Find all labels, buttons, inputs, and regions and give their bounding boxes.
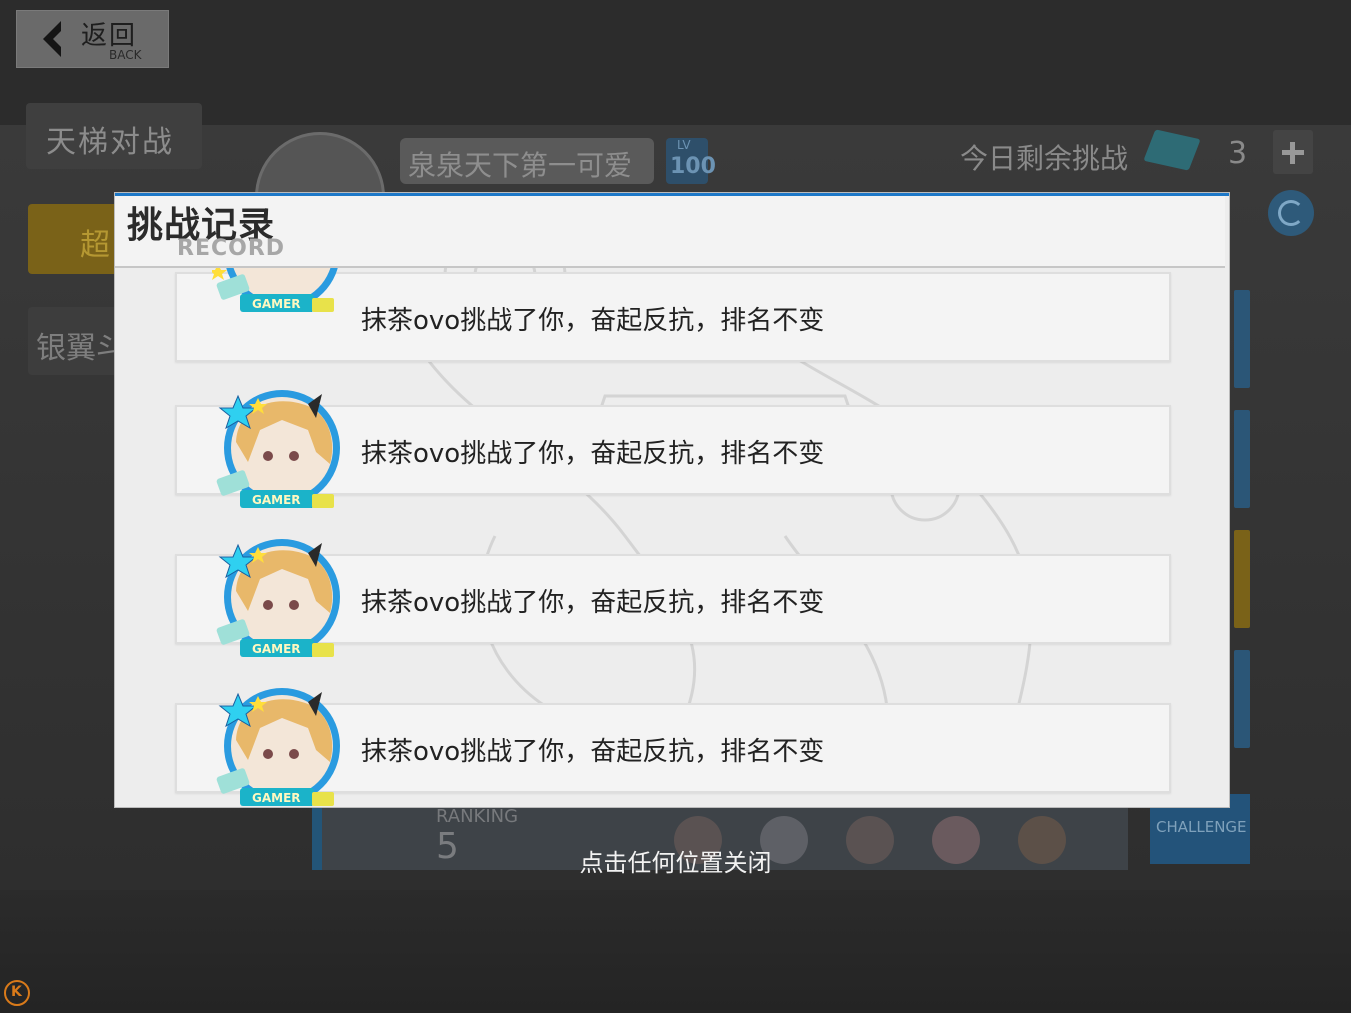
challenger-avatar[interactable]: GAMER — [212, 390, 348, 516]
challenge-record-dialog[interactable]: 挑战记录 RECORD 抹茶ovo挑战了你，奋起反抗，排名不变 抹茶ovo挑战了… — [115, 193, 1229, 807]
tab-ladder[interactable]: 天梯对战 — [26, 103, 202, 169]
back-button[interactable]: 返回 BACK — [16, 10, 169, 68]
opponent-card-edge[interactable] — [1234, 530, 1250, 628]
tab-super[interactable]: 超 — [28, 204, 124, 274]
level-value: 100 — [670, 154, 716, 179]
challenger-avatar[interactable]: GAMER — [212, 539, 348, 665]
ranking-label: RANKING — [436, 806, 519, 827]
tab-ladder-label: 天梯对战 — [46, 125, 174, 160]
player-name: 泉泉天下第一可爱 — [400, 138, 654, 184]
daily-remaining-count: 3 — [1228, 136, 1248, 171]
tab-silver-label: 银翼斗 — [36, 331, 126, 366]
level-badge: LV 100 — [666, 138, 716, 184]
record-text: 抹茶ovo挑战了你，奋起反抗，排名不变 — [361, 439, 825, 469]
opponent-cards — [1234, 290, 1252, 790]
back-arrow-icon — [43, 21, 61, 57]
refresh-icon[interactable] — [1268, 190, 1314, 236]
badge-text: GAMER — [252, 297, 301, 311]
record-list[interactable]: 抹茶ovo挑战了你，奋起反抗，排名不变 抹茶ovo挑战了你，奋起反抗，排名不变 … — [115, 266, 1225, 807]
back-label-en: BACK — [109, 48, 142, 62]
back-label: 返回 — [81, 21, 138, 51]
dialog-header: 挑战记录 RECORD — [115, 196, 1225, 268]
player-name-text: 泉泉天下第一可爱 — [408, 149, 633, 182]
tab-super-label: 超 — [80, 228, 110, 263]
opponent-card-edge[interactable] — [1234, 410, 1250, 508]
bottom-area — [0, 890, 1351, 1013]
record-text: 抹茶ovo挑战了你，奋起反抗，排名不变 — [361, 306, 825, 336]
challenger-avatar[interactable]: GAMER — [212, 688, 348, 807]
tab-silver[interactable]: 银翼斗 — [28, 307, 126, 375]
badge-text: GAMER — [252, 642, 301, 656]
level-label: LV — [677, 138, 691, 152]
add-challenge-button[interactable] — [1273, 130, 1313, 174]
challenger-avatar[interactable]: GAMER — [212, 266, 348, 320]
record-text: 抹茶ovo挑战了你，奋起反抗，排名不变 — [361, 588, 825, 618]
dialog-subtitle: RECORD — [177, 236, 286, 261]
challenge-label: CHALLENGE — [1156, 818, 1247, 836]
badge-text: GAMER — [252, 791, 301, 805]
corner-badge-icon[interactable]: K — [4, 980, 30, 1006]
top-bar — [0, 0, 1351, 125]
close-hint[interactable]: 点击任何位置关闭 — [0, 843, 1351, 878]
corner-badge-label: K — [11, 984, 22, 1000]
record-text: 抹茶ovo挑战了你，奋起反抗，排名不变 — [361, 737, 825, 767]
daily-remaining-label: 今日剩余挑战 — [960, 142, 1129, 175]
opponent-card-edge[interactable] — [1234, 290, 1250, 388]
opponent-card-edge[interactable] — [1234, 650, 1250, 748]
badge-text: GAMER — [252, 493, 301, 507]
